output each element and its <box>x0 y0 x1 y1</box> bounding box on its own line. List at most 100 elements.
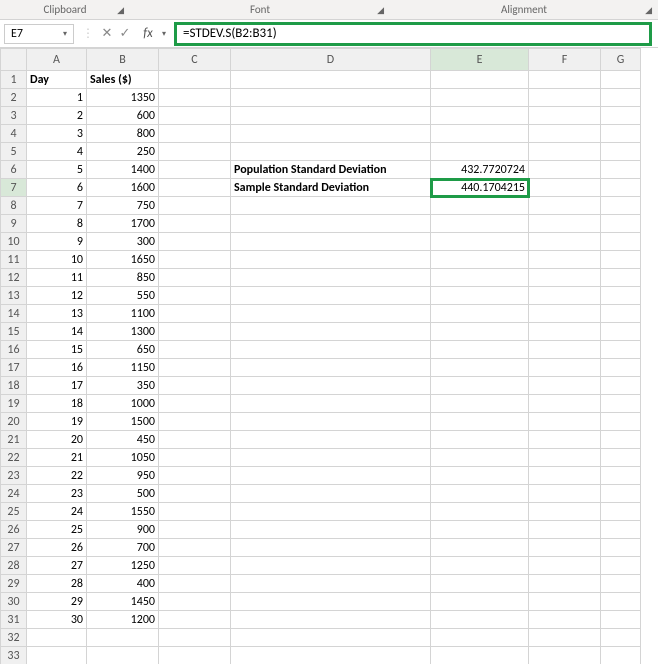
cell-D10[interactable] <box>231 233 431 251</box>
cell-A3[interactable]: 2 <box>27 107 87 125</box>
cell-A11[interactable]: 10 <box>27 251 87 269</box>
cell-E28[interactable] <box>431 557 529 575</box>
spreadsheet-grid[interactable]: ABCDEFG1DaySales ($)21135032600438005425… <box>0 48 641 664</box>
cell-F17[interactable] <box>529 359 601 377</box>
column-header-A[interactable]: A <box>27 49 87 71</box>
cell-D19[interactable] <box>231 395 431 413</box>
cell-E21[interactable] <box>431 431 529 449</box>
cell-B20[interactable]: 1500 <box>87 413 159 431</box>
cell-F32[interactable] <box>529 629 601 647</box>
row-header-29[interactable]: 29 <box>1 575 27 593</box>
cell-E4[interactable] <box>431 125 529 143</box>
cell-C15[interactable] <box>159 323 231 341</box>
cell-E3[interactable] <box>431 107 529 125</box>
row-header-16[interactable]: 16 <box>1 341 27 359</box>
cell-F1[interactable] <box>529 71 601 89</box>
cell-B6[interactable]: 1400 <box>87 161 159 179</box>
cell-D31[interactable] <box>231 611 431 629</box>
cell-D11[interactable] <box>231 251 431 269</box>
cell-B31[interactable]: 1200 <box>87 611 159 629</box>
cell-E32[interactable] <box>431 629 529 647</box>
cell-B27[interactable]: 700 <box>87 539 159 557</box>
cell-C16[interactable] <box>159 341 231 359</box>
cell-C33[interactable] <box>159 647 231 664</box>
cell-C9[interactable] <box>159 215 231 233</box>
cell-C24[interactable] <box>159 485 231 503</box>
cell-A33[interactable] <box>27 647 87 664</box>
cell-E14[interactable] <box>431 305 529 323</box>
row-header-8[interactable]: 8 <box>1 197 27 215</box>
cell-A29[interactable]: 28 <box>27 575 87 593</box>
cell-B15[interactable]: 1300 <box>87 323 159 341</box>
row-header-5[interactable]: 5 <box>1 143 27 161</box>
cell-G27[interactable] <box>601 539 641 557</box>
cell-F18[interactable] <box>529 377 601 395</box>
cell-F5[interactable] <box>529 143 601 161</box>
cell-C20[interactable] <box>159 413 231 431</box>
cell-D29[interactable] <box>231 575 431 593</box>
cell-G13[interactable] <box>601 287 641 305</box>
cell-A27[interactable]: 26 <box>27 539 87 557</box>
cell-D9[interactable] <box>231 215 431 233</box>
cell-A25[interactable]: 24 <box>27 503 87 521</box>
cell-G33[interactable] <box>601 647 641 664</box>
cancel-formula-icon[interactable]: ✕ <box>98 26 116 41</box>
cell-A30[interactable]: 29 <box>27 593 87 611</box>
cell-F31[interactable] <box>529 611 601 629</box>
column-header-D[interactable]: D <box>231 49 431 71</box>
row-header-23[interactable]: 23 <box>1 467 27 485</box>
cell-F7[interactable] <box>529 179 601 197</box>
cell-G11[interactable] <box>601 251 641 269</box>
cell-A23[interactable]: 22 <box>27 467 87 485</box>
dialog-launcher-icon[interactable]: ◢ <box>645 5 652 16</box>
cell-E17[interactable] <box>431 359 529 377</box>
cell-C19[interactable] <box>159 395 231 413</box>
row-header-3[interactable]: 3 <box>1 107 27 125</box>
cell-F4[interactable] <box>529 125 601 143</box>
worksheet[interactable]: ABCDEFG1DaySales ($)21135032600438005425… <box>0 48 658 664</box>
cell-F6[interactable] <box>529 161 601 179</box>
cell-B1[interactable]: Sales ($) <box>87 71 159 89</box>
cell-F28[interactable] <box>529 557 601 575</box>
row-header-21[interactable]: 21 <box>1 431 27 449</box>
cell-A22[interactable]: 21 <box>27 449 87 467</box>
cell-G12[interactable] <box>601 269 641 287</box>
cell-C13[interactable] <box>159 287 231 305</box>
cell-C27[interactable] <box>159 539 231 557</box>
cell-G29[interactable] <box>601 575 641 593</box>
row-header-25[interactable]: 25 <box>1 503 27 521</box>
row-header-17[interactable]: 17 <box>1 359 27 377</box>
cell-G30[interactable] <box>601 593 641 611</box>
cell-E23[interactable] <box>431 467 529 485</box>
cell-G28[interactable] <box>601 557 641 575</box>
row-header-13[interactable]: 13 <box>1 287 27 305</box>
cell-E31[interactable] <box>431 611 529 629</box>
cell-E12[interactable] <box>431 269 529 287</box>
name-box[interactable]: E7 ▾ <box>4 24 74 44</box>
cell-C30[interactable] <box>159 593 231 611</box>
row-header-6[interactable]: 6 <box>1 161 27 179</box>
cell-D26[interactable] <box>231 521 431 539</box>
cell-E24[interactable] <box>431 485 529 503</box>
cell-D5[interactable] <box>231 143 431 161</box>
cell-A32[interactable] <box>27 629 87 647</box>
cell-G2[interactable] <box>601 89 641 107</box>
row-header-24[interactable]: 24 <box>1 485 27 503</box>
cell-C2[interactable] <box>159 89 231 107</box>
cell-C18[interactable] <box>159 377 231 395</box>
cell-F23[interactable] <box>529 467 601 485</box>
row-header-22[interactable]: 22 <box>1 449 27 467</box>
cell-F2[interactable] <box>529 89 601 107</box>
column-header-E[interactable]: E <box>431 49 529 71</box>
cell-B7[interactable]: 1600 <box>87 179 159 197</box>
row-header-2[interactable]: 2 <box>1 89 27 107</box>
cell-D22[interactable] <box>231 449 431 467</box>
chevron-down-icon[interactable]: ▾ <box>63 29 67 39</box>
cell-A2[interactable]: 1 <box>27 89 87 107</box>
cell-A18[interactable]: 17 <box>27 377 87 395</box>
cell-B12[interactable]: 850 <box>87 269 159 287</box>
cell-E18[interactable] <box>431 377 529 395</box>
cell-A31[interactable]: 30 <box>27 611 87 629</box>
cell-C23[interactable] <box>159 467 231 485</box>
cell-G8[interactable] <box>601 197 641 215</box>
